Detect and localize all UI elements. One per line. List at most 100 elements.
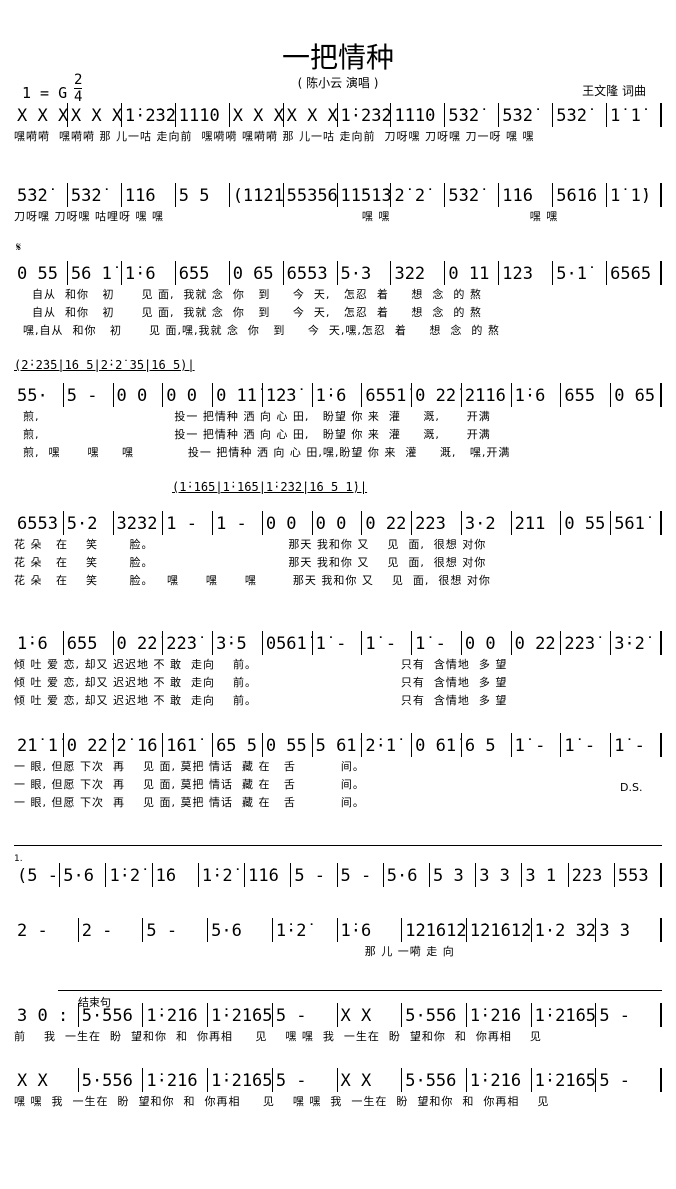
measure: 1̇1̇6 bbox=[245, 863, 292, 887]
measure: 5̇3̇2̇ bbox=[68, 183, 122, 207]
lyric-line: 刀呀嘿 刀呀嘿 咕哩呀 嘿 嘿 嘿 嘿 嘿 嘿 bbox=[14, 210, 559, 223]
measure: 0 0 bbox=[462, 631, 512, 655]
staff-system: 6553 5·2 3232 1 -1 -0 00 00 22 223 3·2 211 0 55… bbox=[14, 510, 662, 590]
staff-system: 1̇·6 655 0 2̇2̇ 2̇2̇3̇ 3̇·5 0561̇ 1̇ -1̇ -1̇ -… bbox=[14, 630, 662, 710]
measure: 1̇ - bbox=[561, 733, 612, 757]
measure: 5 5 bbox=[176, 183, 230, 207]
lyric-line: 前 我 一生在 盼 望和你 和 你再相 见 嘿 嘿 我 一生在 盼 望和你 和 … bbox=[14, 1030, 542, 1043]
measure: 223 bbox=[412, 511, 462, 535]
measure: X X X bbox=[230, 103, 284, 127]
measure: 5 - bbox=[273, 1068, 338, 1092]
measure: 1̇1̇6 bbox=[499, 183, 554, 207]
measure: 655 bbox=[176, 261, 230, 285]
measure: 211 bbox=[512, 511, 562, 535]
measure: 1̇2̇3̇ bbox=[263, 383, 313, 407]
measure: 1̇·2̇1̇65 bbox=[532, 1068, 597, 1092]
measure: 1̇·6 bbox=[338, 918, 403, 942]
measure: 0 2̇2̇ bbox=[412, 383, 462, 407]
lyric-line: 花 朵 在 笑 脸。 那天 我和你 又 见 面, 很想 对你 bbox=[14, 538, 487, 551]
measure: 1̇·2̇1̇6 bbox=[143, 1003, 209, 1027]
staff-system: 3 0 :5·556 1̇·2̇1̇6 1̇·2̇1̇65 5 -X X 5·556 1̇… bbox=[14, 1002, 663, 1046]
lyric-line: 花 朵 在 笑 脸。 嘿 嘿 嘿 那天 我和你 又 见 面, 很想 对你 bbox=[14, 574, 491, 587]
staff-system: 0 55 56 1̇ 1̇·6 655 0 65 6553 5·3 322 0 11 123 5·1… bbox=[14, 260, 663, 340]
notes-row: X X XX X X 1̇·2̇3̇2̇ 1̇1̇1̇0 X X XX X X 1̇·2… bbox=[14, 102, 663, 128]
measure: 56 1̇ bbox=[68, 261, 122, 285]
measure: 0 0 bbox=[114, 383, 164, 407]
measure: 2̇1̇1̇6 bbox=[462, 383, 512, 407]
measure: 1̇ - bbox=[313, 631, 363, 655]
volta-bracket: 1. bbox=[14, 845, 662, 864]
lyric-line: 煎, 嘿 嘿 嘿 投一 把情种 洒 向 心 田,嘿,盼望 你 来 灌 溉, 嘿,… bbox=[14, 446, 511, 459]
measure: 0 55 bbox=[263, 733, 313, 757]
measure: 1·2 32 bbox=[532, 918, 597, 942]
notes-row: 0 55 56 1̇ 1̇·6 655 0 65 6553 5·3 322 0 11 123 5·1… bbox=[14, 260, 663, 286]
measure: 0 55 bbox=[14, 261, 68, 285]
measure: 1 - bbox=[213, 511, 263, 535]
measure: 5·556 bbox=[402, 1068, 467, 1092]
measure: 2̇1̇ 1̇ bbox=[14, 733, 64, 757]
measure: 2̇·1̇ bbox=[362, 733, 413, 757]
measure: 561̇6 bbox=[553, 183, 608, 207]
measure: 1̇1̇1̇0 bbox=[391, 103, 446, 127]
measure: 5̇3̇2̇ bbox=[553, 103, 608, 127]
measure: 1̇·2̇1̇65 bbox=[532, 1003, 597, 1027]
measure: 1̇·2̇ bbox=[273, 918, 338, 942]
measure: X X bbox=[14, 1068, 79, 1092]
measure: 1̇·2̇3̇2̇ bbox=[122, 103, 176, 127]
notes-row: 5̇3̇2̇5̇3̇2̇1̇1̇65 5(1̇1̇2̇1̇6553561̇1̇5… bbox=[14, 182, 663, 208]
measure: 5·556 bbox=[79, 1003, 144, 1027]
lyric-line: 嘿 嘿 我 一生在 盼 望和你 和 你再相 见 嘿 嘿 我 一生在 盼 望和你 … bbox=[14, 1095, 550, 1108]
measure: 1̇·2̇3̇2̇ bbox=[338, 103, 392, 127]
lyric-line: 自从 和你 初 见 面, 我就 念 你 到 今 天, 怎忍 着 想 念 的 熬 bbox=[14, 288, 482, 301]
measure: 2̇2̇3̇ bbox=[163, 631, 214, 655]
lyric-line: 倾 吐 爱 恋, 却又 迟迟地 不 敢 走向 前。 只有 含情地 多 望 bbox=[14, 694, 508, 707]
measure: 0561̇ bbox=[263, 631, 313, 655]
staff-system: X X XX X X 1̇·2̇3̇2̇ 1̇1̇1̇0 X X XX X X 1̇·2… bbox=[14, 102, 663, 146]
measure: X X X bbox=[14, 103, 68, 127]
measure: 561̇ bbox=[611, 511, 662, 535]
measure: 5·556 bbox=[79, 1068, 144, 1092]
measure: 5 - bbox=[596, 1003, 663, 1027]
measure: 5̇3̇2̇ bbox=[445, 183, 500, 207]
measure: 1̇1̇1̇0 bbox=[176, 103, 230, 127]
lyric-line: 倾 吐 爱 恋, 却又 迟迟地 不 敢 走向 前。 只有 含情地 多 望 bbox=[14, 658, 508, 671]
measure: 5 61̇ bbox=[313, 733, 363, 757]
measure: 6553 bbox=[14, 511, 64, 535]
measure: 1̇1̇6 bbox=[122, 183, 176, 207]
measure: 223 bbox=[569, 863, 615, 887]
measure: 0 65 bbox=[230, 261, 284, 285]
measure: 0 1̇1̇ bbox=[213, 383, 263, 407]
lyric-line: 一 眼, 但愿 下次 再 见 面, 莫把 情话 藏 在 舌 间。 bbox=[14, 796, 365, 809]
measure: 1̇ 1̇ bbox=[607, 103, 663, 127]
measure: 5·6 bbox=[208, 918, 273, 942]
measure: 0 0 bbox=[163, 383, 214, 407]
measure: 1̇2̇1̇61̇2̇1̇6 bbox=[402, 918, 467, 942]
segno-icon: 𝄋 bbox=[16, 240, 22, 254]
lyric-line: 花 朵 在 笑 脸。 那天 我和你 又 见 面, 很想 对你 bbox=[14, 556, 487, 569]
staff-system: 2̇1̇ 1̇ 0 2̇2̇ 2̇ 1̇6 1̇61̇ 65 50 55 5 61̇ 2̇·… bbox=[14, 732, 662, 812]
lyric-line: 嘿,自从 和你 初 见 面,嘿,我就 念 你 到 今 天,嘿,怎忍 着 想 念 … bbox=[14, 324, 500, 337]
measure: X X bbox=[338, 1003, 403, 1027]
measure: 1 - bbox=[163, 511, 214, 535]
lyric-line: 嘿嗬嗬 嘿嗬嗬 那 儿一咕 走向前 嘿嗬嗬 嘿嗬嗬 那 儿一咕 走向前 刀呀嘿 … bbox=[14, 130, 535, 143]
measure: 655 bbox=[64, 631, 114, 655]
measure: 1̇61̇ bbox=[163, 733, 214, 757]
measure: 1̇·6 bbox=[14, 631, 64, 655]
ending-bracket: 结束句 bbox=[58, 990, 662, 1009]
measure: X X bbox=[338, 1068, 403, 1092]
measure: 1̇·2̇ bbox=[199, 863, 246, 887]
time-signature: 24 bbox=[74, 72, 83, 105]
time-top: 2 bbox=[74, 72, 83, 89]
measure: (1̇1̇2̇1̇6 bbox=[230, 183, 284, 207]
measure: 2̇ 1̇6 bbox=[114, 733, 164, 757]
measure: 2̇ 2̇ bbox=[391, 183, 446, 207]
measure: 0 61̇ bbox=[412, 733, 462, 757]
measure: 5̇3̇2̇ bbox=[445, 103, 500, 127]
measure: 553 bbox=[615, 863, 663, 887]
notes-row: 1̇·6 655 0 2̇2̇ 2̇2̇3̇ 3̇·5 0561̇ 1̇ -1̇ -1̇ -… bbox=[14, 630, 662, 656]
lyric-line: 煎, 投一 把情种 洒 向 心 田, 盼望 你 来 灌 溉, 开满 bbox=[14, 428, 491, 441]
measure: X X X bbox=[284, 103, 338, 127]
lyric-line: 自从 和你 初 见 面, 我就 念 你 到 今 天, 怎忍 着 想 念 的 熬 bbox=[14, 306, 482, 319]
measure: 3·2 bbox=[462, 511, 512, 535]
song-title: 一把情种 bbox=[281, 41, 394, 74]
